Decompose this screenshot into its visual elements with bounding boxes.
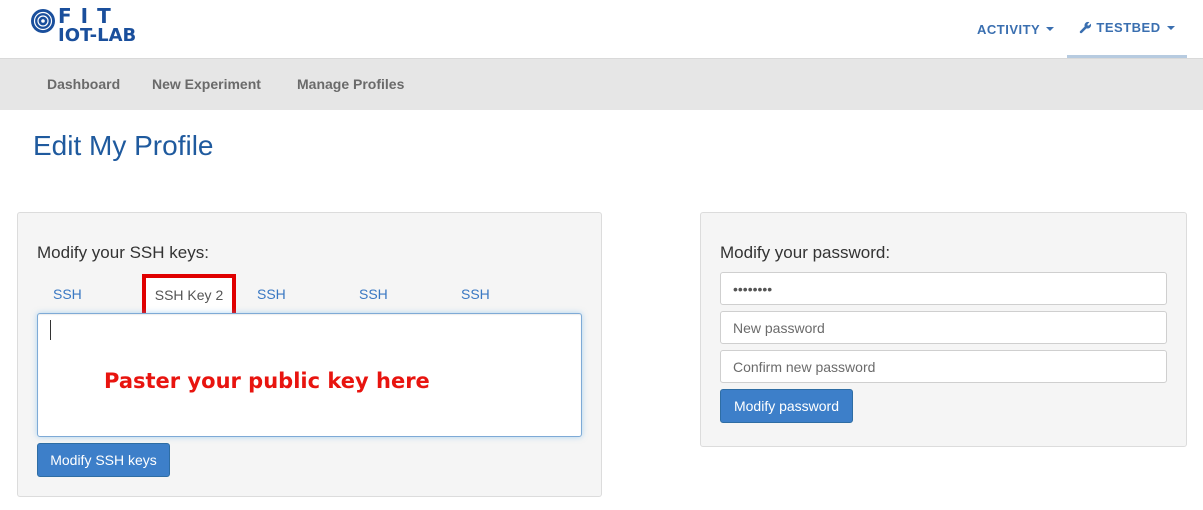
new-password-field[interactable] — [720, 311, 1167, 344]
tab-ssh-key-5[interactable]: SSH Key 5 — [461, 274, 490, 382]
tab-ssh-key-4[interactable]: SSH Key 4 — [359, 274, 388, 382]
tab-ssh-key-1[interactable]: SSH Key 1 — [53, 274, 82, 382]
text-cursor — [50, 320, 51, 340]
top-navbar: FIT IOT-LAB ACTIVITY TESTBED — [0, 0, 1203, 58]
modify-password-button[interactable]: Modify password — [720, 389, 853, 423]
activity-menu[interactable]: ACTIVITY — [977, 0, 1055, 58]
paste-key-annotation: Paster your public key here — [104, 369, 430, 393]
sub-navbar: Dashboard New Experiment Manage Profiles — [0, 58, 1203, 110]
nav-manage-profiles[interactable]: Manage Profiles — [297, 76, 404, 92]
modify-ssh-keys-button[interactable]: Modify SSH keys — [37, 443, 170, 477]
testbed-menu-label: TESTBED — [1096, 20, 1161, 35]
wrench-icon — [1080, 21, 1092, 34]
testbed-menu[interactable]: TESTBED — [1067, 0, 1187, 58]
nav-new-experiment[interactable]: New Experiment — [152, 76, 261, 92]
disc-icon — [31, 9, 55, 33]
confirm-password-field[interactable] — [720, 350, 1167, 383]
tab-ssh-key-2[interactable]: SSH Key 2 — [142, 274, 236, 314]
page-title: Edit My Profile — [33, 130, 214, 161]
activity-menu-label: ACTIVITY — [977, 21, 1041, 37]
password-panel-title: Modify your password: — [720, 243, 891, 262]
chevron-down-icon — [1046, 27, 1055, 31]
nav-dashboard[interactable]: Dashboard — [47, 76, 120, 92]
ssh-panel-title: Modify your SSH keys: — [37, 243, 209, 262]
chevron-down-icon — [1166, 25, 1175, 30]
tab-ssh-key-3[interactable]: SSH Key 3 — [257, 274, 286, 382]
current-password-field[interactable] — [720, 272, 1167, 305]
fit-iot-lab-logo[interactable]: FIT IOT-LAB — [30, 4, 150, 50]
logo-text-iotlab: IOT-LAB — [58, 25, 137, 46]
